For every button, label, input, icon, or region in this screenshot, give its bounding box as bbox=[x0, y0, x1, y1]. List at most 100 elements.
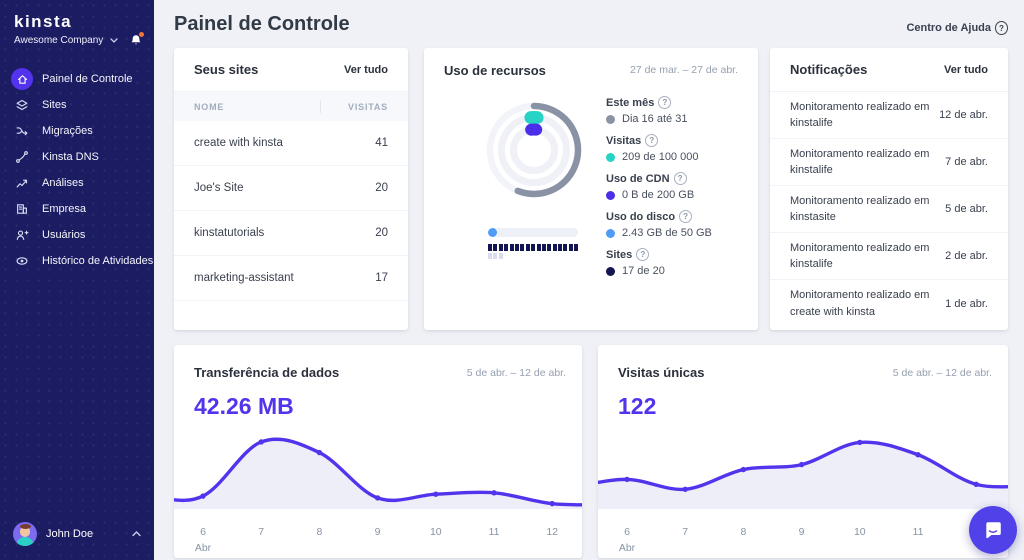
site-visits: 41 bbox=[375, 137, 388, 149]
notification-message: Monitoramento realizado em kinstalife bbox=[790, 241, 930, 271]
list-item[interactable]: Monitoramento realizado em kinstalife 12… bbox=[770, 92, 1008, 139]
column-header-name: NOME bbox=[194, 101, 225, 112]
unique-visits-line-chart bbox=[598, 439, 1008, 509]
visits-date-range: 5 de abr. – 12 de abr. bbox=[892, 366, 992, 379]
company-switcher[interactable]: Awesome Company bbox=[0, 31, 154, 49]
kinsta-logo: kinsta bbox=[14, 12, 73, 31]
sidebar: kinsta Awesome Company Painel de Control… bbox=[0, 0, 154, 560]
visits-total-value: 122 bbox=[618, 393, 657, 419]
column-divider bbox=[320, 100, 321, 113]
resources-card-title: Uso de recursos bbox=[444, 62, 546, 78]
analytics-icon bbox=[11, 172, 33, 194]
legend-dot bbox=[606, 190, 615, 200]
mykinsta-dashboard: { "sidebar": { "logo": "kinsta", "compan… bbox=[0, 0, 1024, 560]
legend-dot bbox=[606, 114, 615, 124]
help-icon[interactable]: ? bbox=[636, 248, 650, 261]
legend-label: Uso do disco bbox=[606, 210, 676, 223]
notifications-view-all-link[interactable]: Ver tudo bbox=[944, 64, 988, 76]
list-item[interactable]: Monitoramento realizado em create with k… bbox=[770, 280, 1008, 327]
legend-dot bbox=[606, 152, 615, 162]
help-icon[interactable]: ? bbox=[673, 172, 687, 185]
question-mark-icon: ? bbox=[995, 21, 1008, 35]
list-item[interactable]: Monitoramento realizado em kinstasite 5 … bbox=[770, 186, 1008, 233]
legend-label: Este mês bbox=[606, 96, 655, 109]
notifications-card: Notificações Ver tudo Monitoramento real… bbox=[770, 48, 1008, 330]
site-name: create with kinsta bbox=[194, 137, 283, 149]
notification-message: Monitoramento realizado em kinstalife bbox=[790, 100, 930, 130]
site-visits: 20 bbox=[375, 182, 388, 194]
table-row[interactable]: Joe's Site 20 bbox=[174, 166, 408, 211]
help-icon[interactable]: ? bbox=[679, 210, 693, 223]
transfer-total-value: 42.26 MB bbox=[194, 393, 294, 419]
help-center-link[interactable]: Centro de Ajuda ? bbox=[906, 21, 1008, 35]
table-row[interactable]: create with kinsta 41 bbox=[174, 121, 408, 166]
help-icon[interactable]: ? bbox=[645, 134, 659, 147]
sidebar-item-label: Sites bbox=[42, 99, 67, 111]
home-icon bbox=[11, 68, 33, 90]
sidebar-item-empresa[interactable]: Empresa bbox=[0, 198, 154, 220]
sidebar-item-label: Análises bbox=[42, 177, 84, 189]
sidebar-item-painel-de-controle[interactable]: Painel de Controle bbox=[0, 68, 154, 90]
sidebar-item-label: Usuários bbox=[42, 229, 86, 241]
visits-card-title: Visitas únicas bbox=[618, 365, 705, 380]
resource-legend: Este mês? Dia 16 até 31 Visitas? 209 de … bbox=[606, 96, 746, 286]
sidebar-item-historico-de-atividades[interactable]: Histórico de Atividades bbox=[0, 250, 154, 272]
help-icon[interactable]: ? bbox=[658, 96, 672, 109]
legend-dot bbox=[606, 228, 615, 238]
sidebar-item-label: Kinsta DNS bbox=[42, 151, 99, 163]
legend-value: Dia 16 até 31 bbox=[622, 113, 688, 125]
user-menu[interactable]: John Doe bbox=[0, 521, 154, 547]
sidebar-item-label: Painel de Controle bbox=[42, 73, 133, 85]
legend-value: 0 B de 200 GB bbox=[622, 189, 695, 201]
disk-usage-bar bbox=[488, 228, 578, 237]
sidebar-item-label: Migrações bbox=[42, 125, 93, 137]
page-title: Painel de Controle bbox=[174, 13, 350, 35]
resource-usage-donut-chart bbox=[484, 100, 584, 200]
legend-value: 17 de 20 bbox=[622, 265, 665, 277]
notification-date: 5 de abr. bbox=[945, 203, 988, 215]
column-header-visits: VISITAS bbox=[348, 101, 388, 112]
table-row[interactable]: marketing-assistant 17 bbox=[174, 256, 408, 301]
sites-view-all-link[interactable]: Ver tudo bbox=[344, 64, 388, 76]
transfer-card-title: Transferência de dados bbox=[194, 365, 340, 380]
sidebar-item-migracoes[interactable]: Migrações bbox=[0, 120, 154, 142]
company-name: Awesome Company bbox=[14, 34, 104, 46]
chevron-down-icon bbox=[110, 37, 118, 43]
activity-eye-icon bbox=[11, 250, 33, 272]
notification-dot bbox=[139, 31, 144, 37]
disk-usage-bar-fill bbox=[488, 228, 497, 237]
unique-visits-card: Visitas únicas 5 de abr. – 12 de abr. 12… bbox=[598, 345, 1008, 558]
notification-date: 7 de abr. bbox=[945, 156, 988, 168]
sidebar-nav: Painel de Controle Sites Migrações Kinst… bbox=[0, 68, 154, 276]
migrations-icon bbox=[11, 120, 33, 142]
legend-value: 2.43 GB de 50 GB bbox=[622, 227, 712, 239]
sidebar-item-sites[interactable]: Sites bbox=[0, 94, 154, 116]
notification-date: 2 de abr. bbox=[945, 250, 988, 262]
table-row[interactable]: kinstatutorials 20 bbox=[174, 211, 408, 256]
avatar bbox=[13, 522, 37, 546]
notifications-bell-button[interactable] bbox=[130, 31, 144, 47]
sidebar-item-usuarios[interactable]: Usuários bbox=[0, 224, 154, 246]
your-sites-card: Seus sites Ver tudo NOME VISITAS create … bbox=[174, 48, 408, 330]
site-visits: 20 bbox=[375, 227, 388, 239]
sidebar-item-analises[interactable]: Análises bbox=[0, 172, 154, 194]
notification-date: 12 de abr. bbox=[939, 109, 988, 121]
x-axis-ticks: 6Abr789101112 bbox=[618, 526, 982, 554]
x-axis-ticks: 6Abr789101112 bbox=[194, 526, 559, 554]
legend-dot bbox=[606, 266, 615, 276]
resources-date-range: 27 de mar. – 27 de abr. bbox=[630, 64, 738, 76]
list-item[interactable]: Monitoramento realizado em kinstalife 2 … bbox=[770, 233, 1008, 280]
help-center-label: Centro de Ajuda bbox=[906, 22, 991, 34]
dns-icon bbox=[11, 146, 33, 168]
chat-bubble-icon bbox=[986, 522, 1001, 539]
notification-message: Monitoramento realizado em create with k… bbox=[790, 289, 930, 318]
sidebar-item-label: Histórico de Atividades bbox=[42, 255, 154, 267]
chevron-up-icon bbox=[132, 531, 141, 537]
legend-label: Uso de CDN bbox=[606, 172, 670, 185]
sidebar-item-kinsta-dns[interactable]: Kinsta DNS bbox=[0, 146, 154, 168]
list-item[interactable]: Monitoramento realizado em kinstalife 7 … bbox=[770, 139, 1008, 186]
legend-label: Sites bbox=[606, 248, 633, 261]
users-icon bbox=[11, 224, 33, 246]
chat-widget-button[interactable] bbox=[969, 506, 1017, 554]
site-name: kinstatutorials bbox=[194, 227, 265, 239]
